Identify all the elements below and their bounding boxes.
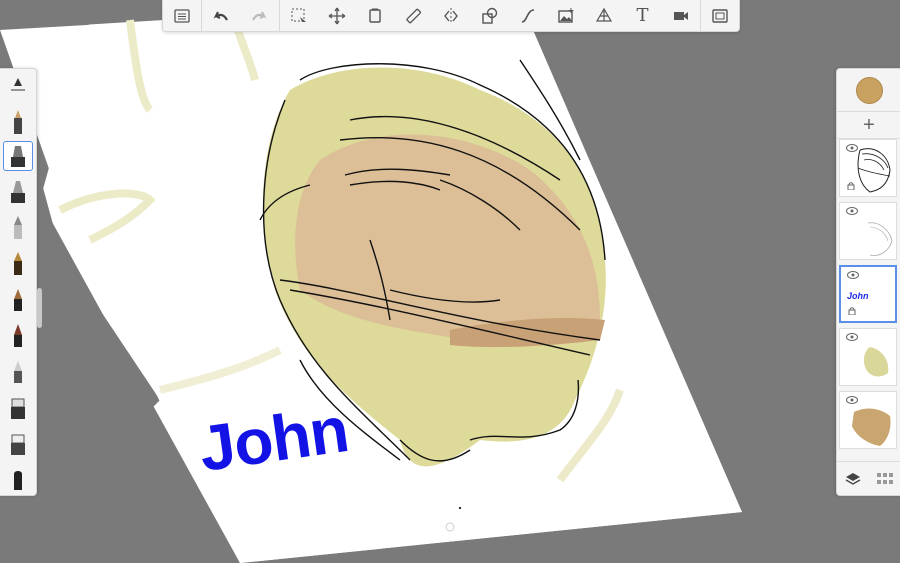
- layer-thumbnail-2[interactable]: [839, 202, 897, 260]
- eye-icon[interactable]: [846, 144, 858, 152]
- brush-toolbar: [0, 68, 37, 496]
- redo-icon[interactable]: [240, 0, 278, 31]
- lock-icon[interactable]: [847, 181, 855, 190]
- fullscreen-icon[interactable]: [701, 0, 739, 31]
- paintbrush-icon[interactable]: [3, 213, 33, 243]
- layer-3-text-preview: John: [847, 291, 869, 301]
- layers-panel-footer: [837, 461, 900, 496]
- add-layer-button[interactable]: +: [837, 111, 900, 139]
- color-picker-swatch[interactable]: [856, 77, 883, 104]
- perspective-icon[interactable]: [585, 0, 623, 31]
- video-icon[interactable]: [662, 0, 700, 31]
- drawing-canvas[interactable]: John: [0, 0, 900, 563]
- eye-icon[interactable]: [847, 271, 859, 279]
- pencil-icon[interactable]: [3, 107, 33, 137]
- copy-icon[interactable]: [356, 0, 394, 31]
- curve-icon[interactable]: [509, 0, 547, 31]
- lock-icon[interactable]: [848, 306, 856, 315]
- brush-settings-icon[interactable]: [3, 71, 33, 101]
- blender-icon[interactable]: [3, 465, 33, 495]
- airbrush-icon[interactable]: [3, 177, 33, 207]
- brush-size-handle[interactable]: [37, 288, 42, 328]
- pen-icon[interactable]: [3, 249, 33, 279]
- top-toolbar: T: [162, 0, 740, 32]
- image-icon[interactable]: [547, 0, 585, 31]
- fill-icon[interactable]: [3, 429, 33, 459]
- layers-icon[interactable]: [845, 472, 861, 486]
- transform-icon[interactable]: [318, 0, 356, 31]
- grid-icon[interactable]: [877, 472, 893, 486]
- eye-icon[interactable]: [846, 396, 858, 404]
- shapes-icon[interactable]: [471, 0, 509, 31]
- layer-thumbnail-3[interactable]: John: [839, 265, 897, 323]
- eye-icon[interactable]: [846, 207, 858, 215]
- undo-icon[interactable]: [202, 0, 240, 31]
- layer-thumbnail-5[interactable]: [839, 391, 897, 449]
- smudge-icon[interactable]: [3, 357, 33, 387]
- layer-thumbnail-4[interactable]: [839, 328, 897, 386]
- ink-icon[interactable]: [3, 285, 33, 315]
- layer-thumbnail-1[interactable]: [839, 139, 897, 197]
- ruler-icon[interactable]: [394, 0, 432, 31]
- eraser-icon[interactable]: [3, 393, 33, 423]
- symmetry-icon[interactable]: [432, 0, 470, 31]
- selection-icon[interactable]: [280, 0, 318, 31]
- text-icon[interactable]: T: [623, 0, 661, 31]
- marker-icon[interactable]: [3, 141, 33, 171]
- canvas-drawing: [0, 0, 742, 563]
- layers-panel: + John: [836, 68, 900, 496]
- text-button-label: T: [636, 5, 649, 26]
- eye-icon[interactable]: [846, 333, 858, 341]
- crayon-icon[interactable]: [3, 321, 33, 351]
- menu-icon[interactable]: [163, 0, 201, 31]
